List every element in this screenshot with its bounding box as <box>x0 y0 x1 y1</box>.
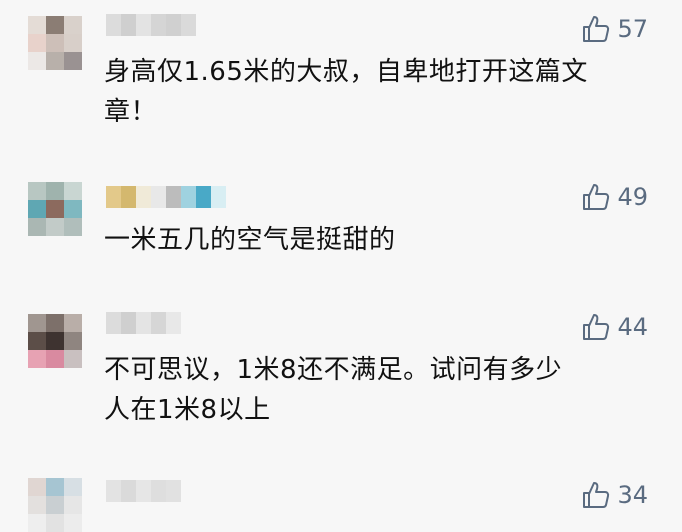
username-mosaic-tile <box>151 480 166 502</box>
username-mosaic-tile <box>106 14 121 36</box>
avatar-mosaic-tile <box>28 496 46 514</box>
like-button[interactable]: 49 <box>581 180 648 214</box>
avatar-mosaic-tile <box>64 350 82 368</box>
username-mosaic-tile <box>166 480 181 502</box>
comment-text: 一米五几的空气是挺甜的 <box>104 220 634 260</box>
username-mosaic-tile <box>211 186 226 208</box>
username-mosaic-tile <box>121 14 136 36</box>
username-mosaic-tile <box>151 186 166 208</box>
username-mosaic-tile <box>166 14 181 36</box>
avatar-mosaic-tile <box>46 514 64 532</box>
username-mosaic-tile <box>151 312 166 334</box>
avatar-mosaic-tile <box>64 200 82 218</box>
username-mosaic-tile <box>106 480 121 502</box>
username-blurred[interactable] <box>106 480 181 502</box>
username-mosaic-tile <box>121 186 136 208</box>
username-blurred[interactable] <box>106 312 181 334</box>
avatar-mosaic-tile <box>46 478 64 496</box>
username-mosaic-tile <box>136 480 151 502</box>
comment-text-line: 一米五几的空气是挺甜的 <box>104 225 396 255</box>
comment-text-line: 章！ <box>104 97 158 127</box>
avatar-mosaic-tile <box>46 34 64 52</box>
comment-text: 不可思议，1米8还不满足。试问有多少 人在1米8以上 <box>104 350 634 430</box>
thumbs-up-icon <box>581 182 611 212</box>
username-mosaic-tile <box>121 480 136 502</box>
like-count: 44 <box>617 313 648 341</box>
avatar-mosaic-tile <box>64 514 82 532</box>
avatar-mosaic-tile <box>46 16 64 34</box>
username-mosaic-tile <box>136 312 151 334</box>
avatar-mosaic-tile <box>28 34 46 52</box>
thumbs-up-icon <box>581 14 611 44</box>
avatar-mosaic-tile <box>28 514 46 532</box>
comment-text-line: 人在1米8以上 <box>104 395 271 425</box>
avatar-mosaic-tile <box>64 496 82 514</box>
like-button[interactable]: 34 <box>581 478 648 512</box>
avatar-mosaic-tile <box>28 200 46 218</box>
username-mosaic-tile <box>151 14 166 36</box>
username-blurred[interactable] <box>106 186 226 208</box>
username-mosaic-tile <box>166 312 181 334</box>
like-button[interactable]: 57 <box>581 12 648 46</box>
comment-text: 身高仅1.65米的大叔，自卑地打开这篇文 章！ <box>104 52 634 132</box>
username-mosaic-tile <box>136 186 151 208</box>
username-mosaic-tile <box>106 312 121 334</box>
thumbs-up-icon <box>581 312 611 342</box>
avatar-mosaic-tile <box>28 314 46 332</box>
like-count: 57 <box>617 15 648 43</box>
like-button[interactable]: 44 <box>581 310 648 344</box>
avatar-mosaic-tile <box>64 218 82 236</box>
avatar[interactable] <box>28 478 82 532</box>
comment-text-line: 不可思议，1米8还不满足。试问有多少 <box>104 355 563 385</box>
avatar-mosaic-tile <box>64 52 82 70</box>
avatar[interactable] <box>28 182 82 236</box>
avatar-mosaic-tile <box>46 200 64 218</box>
avatar-mosaic-tile <box>46 332 64 350</box>
avatar-mosaic-tile <box>28 182 46 200</box>
thumbs-up-icon <box>581 480 611 510</box>
username-mosaic-tile <box>136 14 151 36</box>
avatar-mosaic-tile <box>28 350 46 368</box>
username-mosaic-tile <box>106 186 121 208</box>
avatar[interactable] <box>28 16 82 70</box>
avatar-mosaic-tile <box>64 34 82 52</box>
avatar-mosaic-tile <box>28 332 46 350</box>
avatar-mosaic-tile <box>46 496 64 514</box>
avatar-mosaic-tile <box>46 182 64 200</box>
like-count: 49 <box>617 183 648 211</box>
username-blurred[interactable] <box>106 14 196 36</box>
avatar-mosaic-tile <box>46 350 64 368</box>
avatar-mosaic-tile <box>28 52 46 70</box>
avatar-mosaic-tile <box>46 314 64 332</box>
avatar-mosaic-tile <box>64 314 82 332</box>
comment-text-line: 身高仅1.65米的大叔，自卑地打开这篇文 <box>104 57 588 87</box>
avatar-mosaic-tile <box>64 332 82 350</box>
username-mosaic-tile <box>181 14 196 36</box>
avatar-mosaic-tile <box>64 182 82 200</box>
username-mosaic-tile <box>166 186 181 208</box>
username-mosaic-tile <box>181 186 196 208</box>
avatar-mosaic-tile <box>46 52 64 70</box>
avatar-mosaic-tile <box>28 478 46 496</box>
avatar[interactable] <box>28 314 82 368</box>
avatar-mosaic-tile <box>28 16 46 34</box>
avatar-mosaic-tile <box>28 218 46 236</box>
username-mosaic-tile <box>196 186 211 208</box>
avatar-mosaic-tile <box>46 218 64 236</box>
username-mosaic-tile <box>121 312 136 334</box>
avatar-mosaic-tile <box>64 16 82 34</box>
avatar-mosaic-tile <box>64 478 82 496</box>
